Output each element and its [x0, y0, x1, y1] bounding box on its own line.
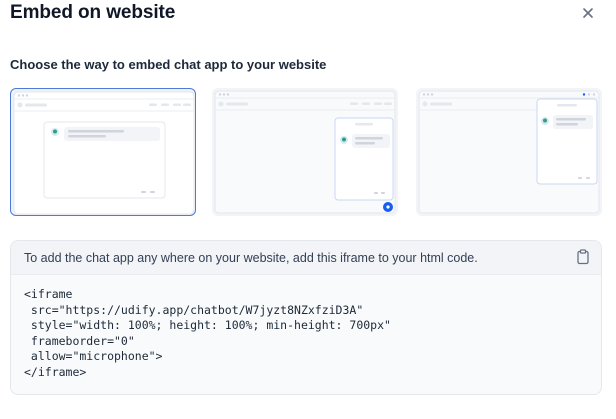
- code-line: src="https://udify.app/chatbot/W7jyzt8NZ…: [24, 302, 364, 317]
- option-chrome-extension-embed[interactable]: [416, 88, 602, 216]
- embed-code[interactable]: <iframe src="https://udify.app/chatbot/W…: [24, 287, 391, 381]
- option-fullscreen-embed[interactable]: [10, 88, 196, 216]
- code-line: <iframe: [24, 287, 73, 301]
- code-line: style="width: 100%; height: 100%; min-he…: [24, 318, 391, 333]
- embed-code-header: To add the chat app any where on your we…: [11, 241, 601, 275]
- code-line: frameborder="0": [24, 333, 135, 348]
- dialog-subtitle: Choose the way to embed chat app to your…: [10, 57, 327, 72]
- code-line: allow="microphone">: [24, 349, 163, 364]
- close-icon: [583, 8, 593, 18]
- chat-bubble-embed-illustration: [214, 90, 396, 214]
- dialog-title: Embed on website: [10, 2, 176, 23]
- embed-options: [10, 88, 602, 216]
- clipboard-icon: [577, 249, 589, 265]
- embed-code-panel: To add the chat app any where on your we…: [10, 240, 602, 395]
- code-line: </iframe>: [24, 364, 87, 379]
- chrome-extension-embed-illustration: [418, 90, 600, 214]
- embed-instruction: To add the chat app any where on your we…: [24, 251, 478, 265]
- fullscreen-embed-illustration: [13, 91, 195, 215]
- close-button[interactable]: [580, 5, 596, 21]
- option-chat-bubble-embed[interactable]: [212, 88, 398, 216]
- copy-button[interactable]: [575, 249, 591, 265]
